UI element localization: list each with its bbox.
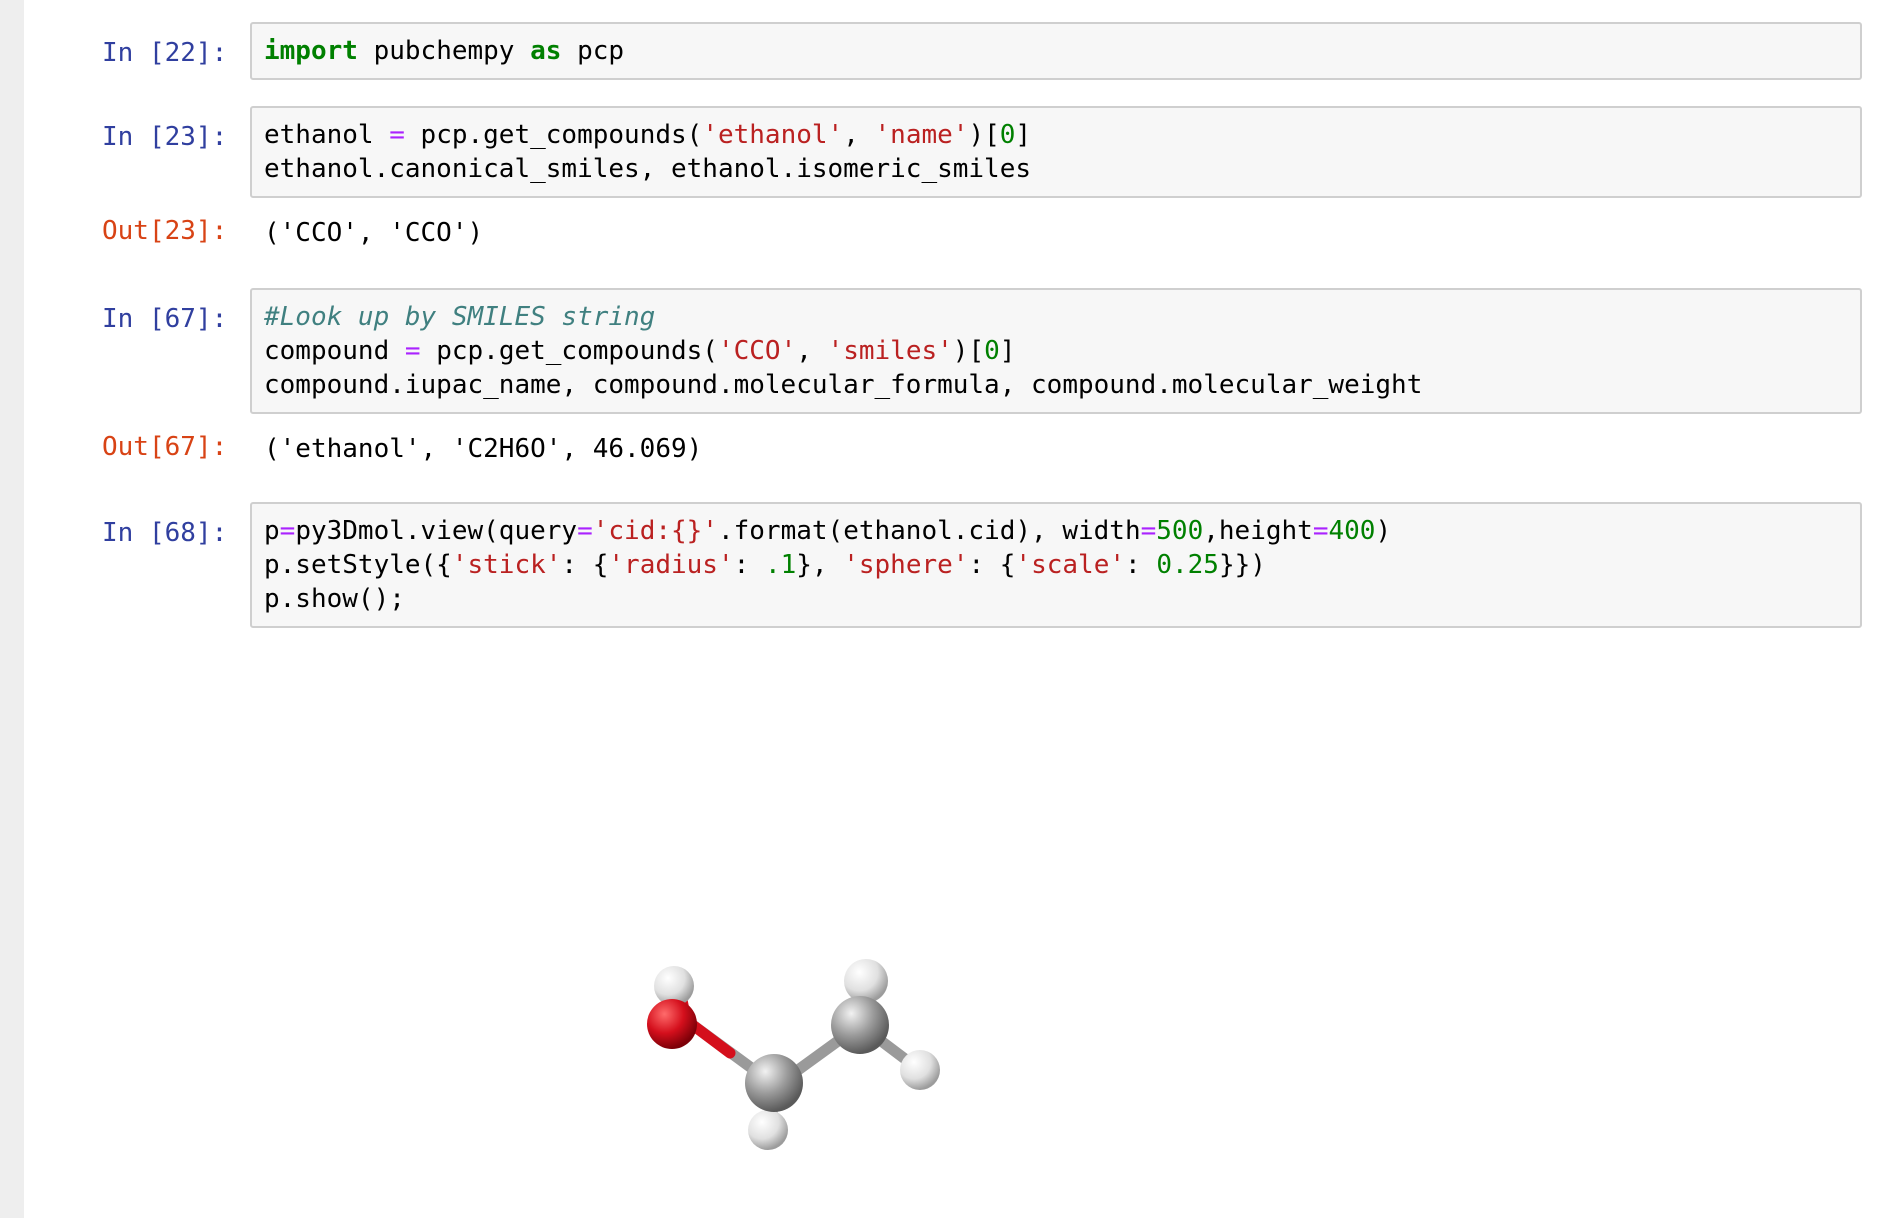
code-line: p.show(); <box>264 582 1848 616</box>
code-token: , <box>843 120 875 150</box>
code-token: 'CCO' <box>717 336 797 366</box>
code-token: 0 <box>999 120 1016 150</box>
code-token: 'scale' <box>1015 550 1125 580</box>
code-token: 'sphere' <box>843 550 969 580</box>
code-token: = <box>1140 516 1157 546</box>
code-token: ) <box>1375 516 1392 546</box>
code-cell-input[interactable]: #Look up by SMILES string compound = pcp… <box>250 288 1862 414</box>
code-token: pubchempy <box>357 36 531 66</box>
code-token: 'ethanol' <box>702 120 844 150</box>
code-token: import <box>264 36 358 66</box>
input-prompt: In [68]: <box>102 518 228 548</box>
code-token: 500 <box>1156 516 1204 546</box>
code-token: compound.iupac_name, compound.molecular_… <box>264 370 1423 400</box>
code-line: p=py3Dmol.view(query='cid:{}'.format(eth… <box>264 514 1848 548</box>
code-token: ] <box>1015 120 1032 150</box>
code-token: ] <box>999 336 1016 366</box>
code-token: 400 <box>1328 516 1376 546</box>
code-token: p.show(); <box>264 584 405 614</box>
code-token: 'name' <box>874 120 969 150</box>
code-token: 'cid:{}' <box>592 516 718 546</box>
code-token: : { <box>968 550 1016 580</box>
code-token: compound <box>264 336 405 366</box>
code-line: compound.iupac_name, compound.molecular_… <box>264 368 1848 402</box>
code-token: ethanol.canonical_smiles, ethanol.isomer… <box>264 154 1032 184</box>
code-token: 'radius' <box>608 550 734 580</box>
code-token: 0.25 <box>1156 550 1219 580</box>
code-token: )[ <box>968 120 1000 150</box>
code-token: ,height <box>1203 516 1313 546</box>
atom-h <box>900 1050 940 1090</box>
code-token: = <box>279 516 296 546</box>
code-token: : <box>1125 550 1157 580</box>
code-token: 'stick' <box>451 550 562 580</box>
code-token: , <box>796 336 828 366</box>
code-token: .1 <box>764 550 797 580</box>
code-token: = <box>1312 516 1329 546</box>
code-cell-input[interactable]: import pubchempy as pcp <box>250 22 1862 80</box>
atom-carbon <box>745 1054 803 1112</box>
cell-output-text: ('CCO', 'CCO') <box>264 218 484 248</box>
code-token: : <box>733 550 765 580</box>
code-token: p.setStyle({ <box>264 550 452 580</box>
molecule-3d-viewer[interactable] <box>624 920 1024 1180</box>
input-prompt: In [23]: <box>102 122 228 152</box>
code-token: 'smiles' <box>827 336 953 366</box>
notebook-area: In [22]: import pubchempy as pcp In [23]… <box>24 0 1886 1218</box>
output-prompt: Out[23]: <box>102 216 228 246</box>
code-token: = <box>577 516 593 546</box>
code-token: pcp.get_compounds( <box>404 120 703 150</box>
code-line: import pubchempy as pcp <box>264 34 1848 68</box>
input-prompt: In [67]: <box>102 304 228 334</box>
code-line: p.setStyle({'stick': {'radius': .1}, 'sp… <box>264 548 1848 582</box>
code-token: .format(ethanol.cid), width <box>717 516 1141 546</box>
code-token: )[ <box>952 336 985 366</box>
input-prompt: In [22]: <box>102 38 228 68</box>
code-token: #Look up by SMILES string <box>264 302 656 332</box>
code-cell-input[interactable]: p=py3Dmol.view(query='cid:{}'.format(eth… <box>250 502 1862 628</box>
code-token: pcp.get_compounds( <box>420 336 718 366</box>
code-token: py3Dmol.view(query <box>295 516 578 546</box>
code-token: : { <box>561 550 609 580</box>
code-token: as <box>530 36 562 66</box>
code-token: 0 <box>984 336 1000 366</box>
code-token: pcp <box>561 36 625 66</box>
code-token: = <box>404 336 421 366</box>
atom-h <box>844 959 888 1003</box>
code-line: compound = pcp.get_compounds('CCO', 'smi… <box>264 334 1848 368</box>
atom-carbon <box>831 996 889 1054</box>
code-token: }}) <box>1218 550 1266 580</box>
atom-oxygen <box>647 999 697 1049</box>
atom-h <box>748 1110 788 1150</box>
code-token: = <box>389 120 405 150</box>
code-token: p <box>264 516 280 546</box>
code-cell-input[interactable]: ethanol = pcp.get_compounds('ethanol', '… <box>250 106 1862 198</box>
code-token: ethanol <box>264 120 390 150</box>
cell-output-text: ('ethanol', 'C2H6O', 46.069) <box>264 434 703 464</box>
code-token: }, <box>796 550 844 580</box>
code-line: ethanol = pcp.get_compounds('ethanol', '… <box>264 118 1848 152</box>
output-prompt: Out[67]: <box>102 432 228 462</box>
code-line: #Look up by SMILES string <box>264 300 1848 334</box>
code-line: ethanol.canonical_smiles, ethanol.isomer… <box>264 152 1848 186</box>
